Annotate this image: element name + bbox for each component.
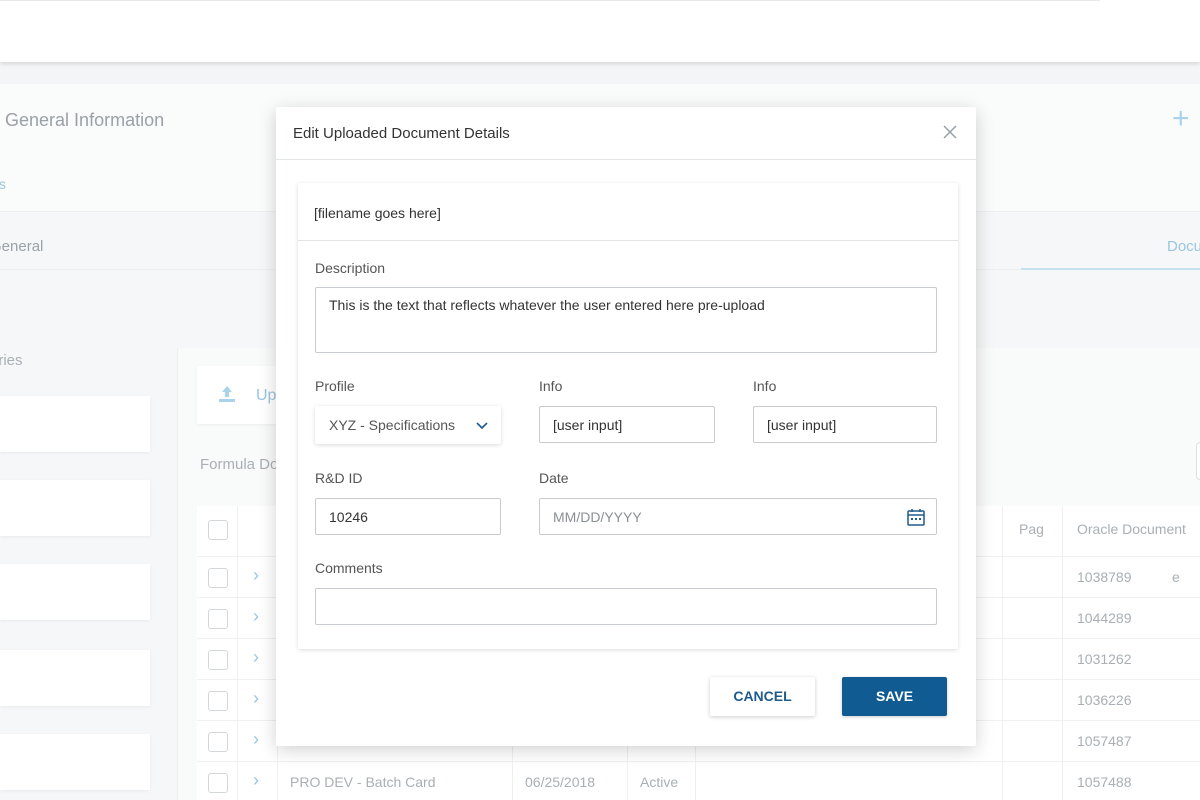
- modal-title: Edit Uploaded Document Details: [293, 125, 510, 142]
- category-card[interactable]: [0, 480, 150, 536]
- page-subtitle-link[interactable]: als: [0, 176, 6, 192]
- save-button[interactable]: SAVE: [842, 677, 947, 716]
- rd-id-input[interactable]: 10246: [315, 498, 501, 535]
- category-card[interactable]: [0, 650, 150, 706]
- info-label-1: Info: [539, 378, 563, 394]
- add-icon[interactable]: +: [1172, 102, 1190, 136]
- calendar-icon[interactable]: [906, 507, 926, 527]
- top-bar: [0, 0, 1200, 62]
- info-input-2[interactable]: [user input]: [753, 406, 937, 443]
- info-input-1[interactable]: [user input]: [539, 406, 715, 443]
- description-label: Description: [315, 260, 386, 276]
- profile-select[interactable]: XYZ - Specifications: [315, 406, 501, 444]
- active-tab-indicator: [1021, 268, 1200, 270]
- date-placeholder: MM/DD/YYYY: [553, 509, 642, 525]
- category-card[interactable]: [0, 396, 150, 452]
- tab-general[interactable]: General: [0, 238, 43, 255]
- document-details-card: [filename goes here] Description This is…: [298, 183, 958, 649]
- rd-id-label: R&D ID: [315, 470, 363, 486]
- date-label: Date: [539, 470, 569, 486]
- edit-document-modal: Edit Uploaded Document Details [filename…: [276, 107, 976, 746]
- category-card[interactable]: [0, 734, 150, 790]
- filename: [filename goes here]: [314, 205, 441, 221]
- profile-selected-value: XYZ - Specifications: [329, 417, 456, 433]
- close-icon[interactable]: [940, 122, 960, 142]
- cancel-button[interactable]: CANCEL: [710, 677, 815, 716]
- info-label-2: Info: [753, 378, 777, 394]
- categories-heading: ories: [0, 352, 23, 369]
- page-title: on General Information: [0, 110, 165, 130]
- comments-input[interactable]: [315, 588, 937, 625]
- chevron-down-icon: [475, 419, 489, 433]
- description-textarea[interactable]: This is the text that reflects whatever …: [315, 287, 937, 353]
- top-rule: [0, 0, 1100, 1]
- category-card[interactable]: [0, 564, 150, 620]
- filename-row: [filename goes here]: [298, 183, 958, 241]
- comments-label: Comments: [315, 560, 383, 576]
- modal-header: Edit Uploaded Document Details: [276, 107, 976, 160]
- tab-documents[interactable]: Docu: [1167, 238, 1200, 255]
- profile-label: Profile: [315, 378, 355, 394]
- date-input[interactable]: MM/DD/YYYY: [539, 498, 937, 535]
